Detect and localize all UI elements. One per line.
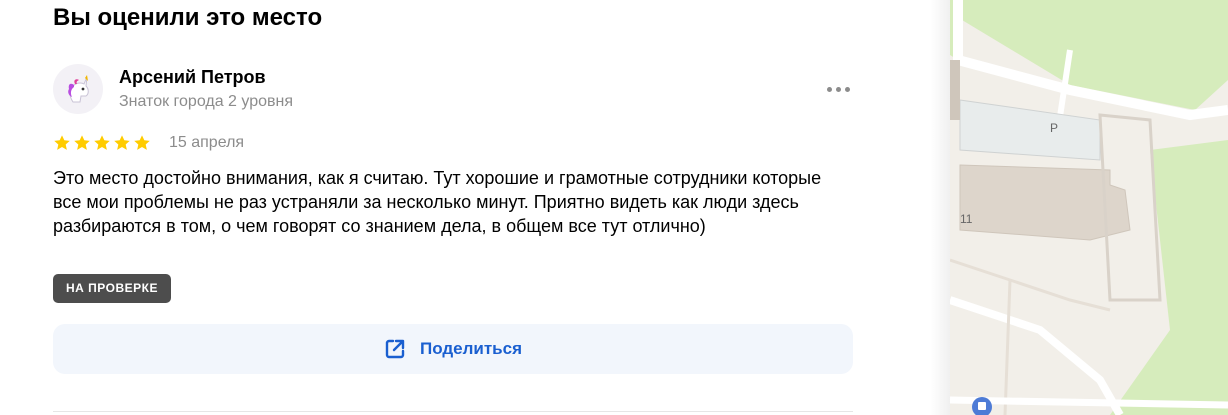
share-external-icon — [385, 339, 405, 359]
rating-stars — [53, 134, 151, 152]
star-icon — [54, 135, 70, 150]
avatar[interactable] — [53, 64, 103, 114]
star-icon — [134, 135, 150, 150]
status-badge: НА ПРОВЕРКЕ — [53, 274, 171, 303]
star-icon — [94, 135, 110, 150]
divider — [53, 411, 853, 412]
star-icon — [74, 135, 90, 150]
unicorn-icon — [68, 75, 89, 103]
author-level: Знаток города 2 уровня — [119, 93, 294, 110]
author-name[interactable]: Арсений Петров — [119, 67, 266, 88]
share-label: Поделиться — [419, 339, 523, 358]
building-number: 11 — [960, 212, 973, 226]
more-options-button[interactable] — [822, 80, 854, 98]
review-panel: Вы оценили это место Арсений Петров Знат… — [0, 0, 945, 415]
more-dot — [844, 86, 850, 92]
more-dots-icon — [826, 86, 832, 92]
share-button[interactable]: Поделиться — [53, 324, 853, 374]
map-view[interactable]: P 11 — [950, 0, 1228, 415]
review-date: 15 апреля — [169, 134, 245, 151]
star-icon — [114, 135, 130, 150]
review-text: Это место достойно внимания, как я счита… — [53, 168, 822, 236]
panel-edge — [930, 0, 950, 415]
section-title: Вы оценили это место — [53, 4, 323, 31]
more-dot — [835, 86, 841, 92]
parking-label: P — [1050, 121, 1058, 135]
map-canvas[interactable]: P 11 — [950, 0, 1228, 415]
